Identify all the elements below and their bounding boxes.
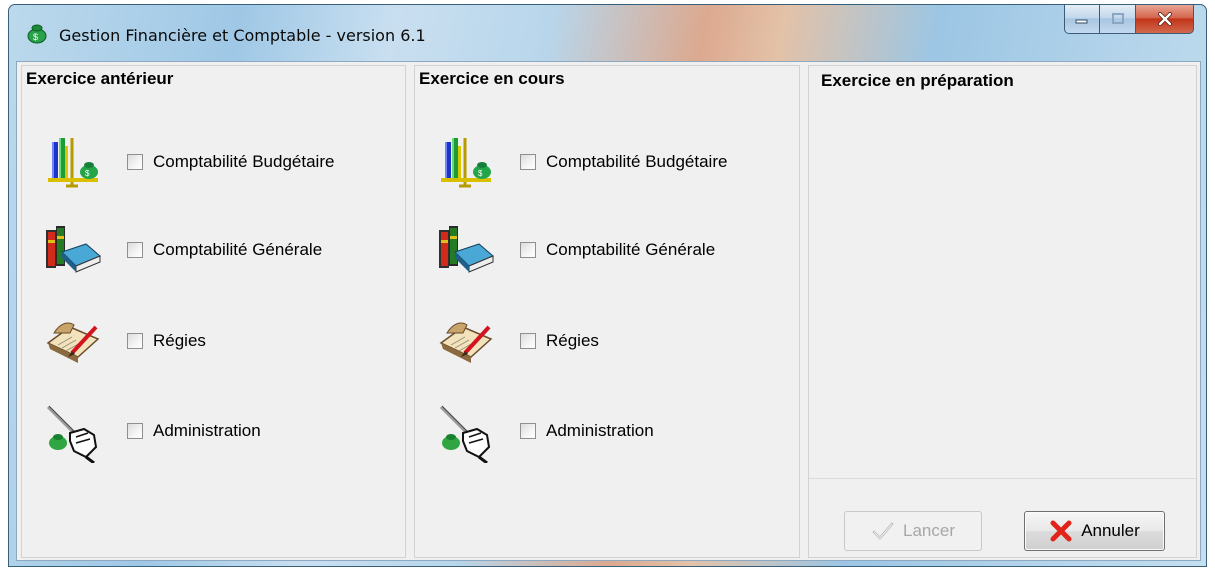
general-accounting-checkbox[interactable]: [520, 242, 536, 258]
app-window: $ Gestion Financière et Comptable - vers…: [8, 4, 1207, 567]
module-label: Comptabilité Budgétaire: [153, 152, 335, 171]
module-row-general[interactable]: Comptabilité Générale: [415, 216, 799, 286]
window-controls: [1064, 5, 1194, 34]
module-label: Administration: [546, 421, 654, 440]
general-accounting-checkbox[interactable]: [127, 242, 143, 258]
books-icon: [45, 225, 101, 273]
maximize-button[interactable]: [1100, 5, 1136, 34]
module-row-general[interactable]: Comptabilité Générale: [22, 216, 405, 286]
module-row-regies[interactable]: Régies: [415, 307, 799, 377]
ledger-pen-icon: [46, 321, 100, 365]
admin-hand-icon: [439, 404, 491, 463]
module-row-administration[interactable]: Administration: [22, 397, 405, 467]
ledger-pen-icon: [439, 321, 493, 365]
module-label: Régies: [546, 331, 599, 350]
module-label: Comptabilité Générale: [153, 240, 323, 259]
cancel-button-label: Annuler: [1081, 521, 1140, 540]
window-title: Gestion Financière et Comptable - versio…: [59, 26, 426, 45]
budget-scale-icon: [439, 136, 493, 188]
administration-checkbox[interactable]: [520, 423, 536, 439]
button-bar: Lancer Annuler: [809, 478, 1196, 558]
module-row-administration[interactable]: Administration: [415, 397, 799, 467]
admin-hand-icon: [46, 404, 98, 463]
books-icon: [438, 225, 494, 273]
budget-accounting-checkbox[interactable]: [520, 154, 536, 170]
checkmark-icon: [872, 522, 894, 540]
maximize-icon: [1111, 13, 1124, 24]
money-bag-icon: $: [27, 24, 47, 44]
budget-accounting-checkbox[interactable]: [127, 154, 143, 170]
launch-button[interactable]: Lancer: [844, 511, 982, 551]
module-row-budget[interactable]: Comptabilité Budgétaire: [22, 128, 405, 198]
administration-checkbox[interactable]: [127, 423, 143, 439]
panel-previous-year: Exercice antérieur Comptabilité Budgétai…: [21, 65, 406, 558]
module-label: Comptabilité Générale: [546, 240, 716, 259]
panel-heading: Exercice en préparation: [821, 71, 1014, 90]
minimize-icon: [1075, 19, 1088, 24]
close-button[interactable]: [1136, 5, 1194, 34]
svg-text:$: $: [33, 32, 38, 42]
regies-checkbox[interactable]: [520, 333, 536, 349]
title-bar[interactable]: $ Gestion Financière et Comptable - vers…: [9, 5, 1206, 61]
close-icon: [1157, 12, 1172, 26]
module-row-regies[interactable]: Régies: [22, 307, 405, 377]
module-row-budget[interactable]: Comptabilité Budgétaire: [415, 128, 799, 198]
panel-heading: Exercice antérieur: [26, 69, 174, 88]
cancel-button[interactable]: Annuler: [1024, 511, 1165, 551]
module-label: Comptabilité Budgétaire: [546, 152, 728, 171]
panel-heading: Exercice en cours: [419, 69, 565, 88]
module-label: Administration: [153, 421, 261, 440]
budget-scale-icon: [46, 136, 100, 188]
panel-next-year: Exercice en préparation Lancer Annuler: [808, 65, 1197, 558]
module-label: Régies: [153, 331, 206, 350]
dialog-client-area: Exercice antérieur Comptabilité Budgétai…: [16, 61, 1201, 561]
minimize-button[interactable]: [1064, 5, 1100, 34]
panel-current-year: Exercice en cours Comptabilité Budgétair…: [414, 65, 800, 558]
launch-button-label: Lancer: [903, 521, 955, 540]
regies-checkbox[interactable]: [127, 333, 143, 349]
red-x-icon: [1050, 520, 1072, 542]
